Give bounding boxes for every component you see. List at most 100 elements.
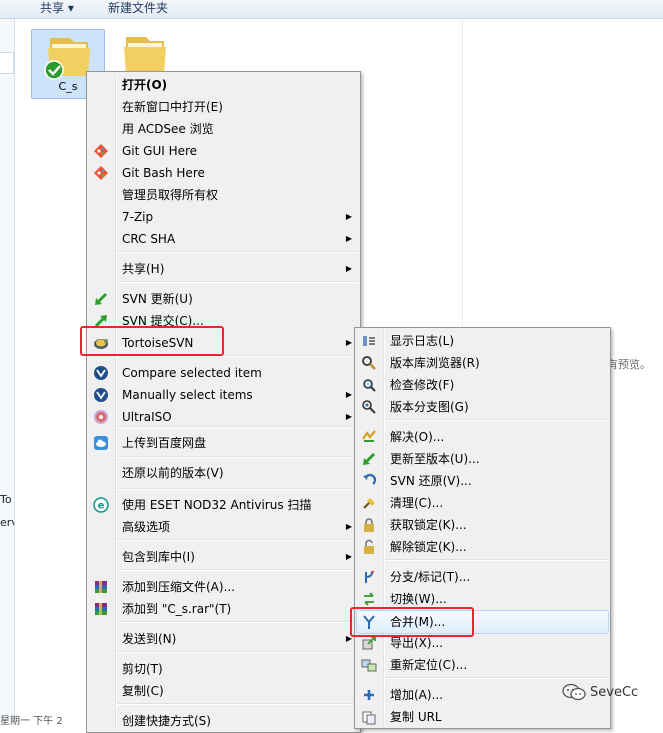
menu-item-label: 共享(H) bbox=[122, 262, 165, 276]
svn-menu-item-branch[interactable]: 分支/标记(T)... bbox=[357, 566, 608, 588]
wechat-icon bbox=[562, 683, 586, 701]
svn-menu-item-cleanup[interactable]: 清理(C)... bbox=[357, 492, 608, 514]
menu-item-v[interactable]: 还原以前的版本(V) bbox=[89, 462, 358, 484]
menu-item-c-s-rar-t[interactable]: 添加到 "C_s.rar"(T) bbox=[89, 598, 358, 620]
menu-item-label: SVN 提交(C)... bbox=[122, 314, 204, 328]
menu-item-label: Compare selected item bbox=[122, 366, 262, 380]
menu-item-label: 检查修改(F) bbox=[390, 378, 455, 392]
menu-item-c[interactable]: 复制(C) bbox=[89, 680, 358, 702]
menu-item-label: Git Bash Here bbox=[122, 166, 205, 180]
add-icon bbox=[361, 687, 377, 703]
submenu-arrow-icon: ▶ bbox=[345, 212, 352, 221]
menu-item-label: 版本分支图(G) bbox=[390, 400, 469, 414]
menu-item-h[interactable]: 共享(H) ▶ bbox=[89, 258, 358, 280]
svn-menu-item-unlock[interactable]: 解除锁定(K)... bbox=[357, 536, 608, 558]
menu-item-a[interactable]: 添加到压缩文件(A)... bbox=[89, 576, 358, 598]
svn-menu-item-revision-graph[interactable]: 版本分支图(G) bbox=[357, 396, 608, 418]
menu-item-7-zip[interactable]: 7-Zip ▶ bbox=[89, 206, 358, 228]
svn-menu-item-switch[interactable]: 切换(W)... bbox=[357, 588, 608, 610]
svn-commit-icon bbox=[93, 313, 109, 329]
merge-icon bbox=[361, 614, 377, 630]
lock-icon bbox=[361, 517, 377, 533]
menu-item-label: 合并(M)... bbox=[390, 615, 446, 629]
svn-menu-item-merge[interactable]: 合并(M)... bbox=[356, 610, 609, 634]
menu-item-label: 清理(C)... bbox=[390, 496, 444, 510]
tortoise-icon bbox=[93, 335, 109, 351]
svn-menu-item-resolve[interactable]: 解决(O)... bbox=[357, 426, 608, 448]
watermark-text: SeveCc bbox=[590, 684, 639, 700]
menu-item-item-18[interactable]: 高级选项 ▶ bbox=[89, 516, 358, 538]
repo-browser-icon bbox=[361, 355, 377, 371]
tortoisesvn-submenu: 显示日志(L) 版本库浏览器(R) 检查修改(F) 版本分支图(G) 解决(O)... 更… bbox=[354, 327, 611, 729]
menu-item-manually-select-items[interactable]: Manually select items ▶ bbox=[89, 384, 358, 406]
svn-menu-item-revert[interactable]: SVN 还原(V)... bbox=[357, 470, 608, 492]
svn-menu-item-update-to-revision[interactable]: 更新至版本(U)... bbox=[357, 448, 608, 470]
cleanup-icon bbox=[361, 495, 377, 511]
menu-item-label: 切换(W)... bbox=[390, 592, 447, 606]
menu-item-label: 版本库浏览器(R) bbox=[390, 356, 480, 370]
svn-menu-item-repo-browser[interactable]: 版本库浏览器(R) bbox=[357, 352, 608, 374]
menu-item-git-gui-here[interactable]: Git GUI Here bbox=[89, 140, 358, 162]
menu-item-label: 高级选项 bbox=[122, 520, 171, 534]
menu-item-item-15[interactable]: 上传到百度网盘 bbox=[89, 432, 358, 454]
menu-item-svn-u[interactable]: SVN 更新(U) bbox=[89, 288, 358, 310]
menu-separator bbox=[117, 355, 358, 357]
menu-item-label: TortoiseSVN bbox=[122, 336, 194, 350]
menu-item-git-bash-here[interactable]: Git Bash Here bbox=[89, 162, 358, 184]
copy-url-icon bbox=[361, 709, 377, 725]
menu-item-i[interactable]: 包含到库中(I) ▶ bbox=[89, 546, 358, 568]
menu-item-label: 重新定位(C)... bbox=[390, 658, 468, 672]
svn-menu-item-log[interactable]: 显示日志(L) bbox=[357, 330, 608, 352]
update-to-revision-icon bbox=[361, 451, 377, 467]
menu-item-label: SVN 更新(U) bbox=[122, 292, 193, 306]
winrar-icon bbox=[93, 579, 109, 595]
share-menu-button[interactable]: 共享 ▾ bbox=[40, 0, 74, 16]
menu-item-eset-nod32-antivirus[interactable]: e 使用 ESET NOD32 Antivirus 扫描 bbox=[89, 494, 358, 516]
menu-item-label: 增加(A)... bbox=[390, 688, 444, 702]
git-icon bbox=[93, 165, 109, 181]
menu-item-crc-sha[interactable]: CRC SHA ▶ bbox=[89, 228, 358, 250]
menu-item-t[interactable]: 剪切(T) bbox=[89, 658, 358, 680]
menu-item-label: SVN 还原(V)... bbox=[390, 474, 472, 488]
menu-item-svn-c[interactable]: SVN 提交(C)... bbox=[89, 310, 358, 332]
menu-separator bbox=[117, 426, 358, 428]
menu-item-e[interactable]: 在新窗口中打开(E) bbox=[89, 96, 358, 118]
compare-icon bbox=[93, 365, 109, 381]
menu-item-item-5[interactable]: 管理员取得所有权 bbox=[89, 184, 358, 206]
svn-menu-item-copy-url[interactable]: 复制 URL bbox=[357, 706, 608, 728]
menu-item-label: CRC SHA bbox=[122, 232, 176, 246]
switch-icon bbox=[361, 591, 377, 607]
menu-item-label: 用 ACDSee 浏览 bbox=[122, 122, 214, 136]
menu-separator bbox=[385, 559, 608, 561]
winrar-icon bbox=[93, 601, 109, 617]
eset-icon: e bbox=[93, 497, 109, 513]
menu-item-label: 添加到压缩文件(A)... bbox=[122, 580, 236, 594]
svn-menu-item-lock[interactable]: 获取锁定(K)... bbox=[357, 514, 608, 536]
menu-separator bbox=[117, 488, 358, 490]
svn-menu-item-relocate[interactable]: 重新定位(C)... bbox=[357, 654, 608, 676]
svn-menu-item-check-modifications[interactable]: 检查修改(F) bbox=[357, 374, 608, 396]
menu-item-tortoisesvn[interactable]: TortoiseSVN ▶ bbox=[89, 332, 358, 354]
menu-item-label: 复制(C) bbox=[122, 684, 164, 698]
menu-separator bbox=[117, 651, 358, 653]
menu-item-s[interactable]: 创建快捷方式(S) bbox=[89, 710, 358, 732]
watermark: SeveCc bbox=[562, 683, 638, 701]
menu-separator bbox=[117, 281, 358, 283]
nav-pane-tab[interactable] bbox=[0, 52, 14, 74]
menu-item-compare-selected-item[interactable]: Compare selected item bbox=[89, 362, 358, 384]
unlock-icon bbox=[361, 539, 377, 555]
menu-item-label: 添加到 "C_s.rar"(T) bbox=[122, 602, 232, 616]
svn-update-icon bbox=[93, 291, 109, 307]
navigation-pane: To erv bbox=[0, 19, 15, 720]
svn-menu-item-export[interactable]: 导出(X)... bbox=[357, 632, 608, 654]
menu-item-label: 导出(X)... bbox=[390, 636, 444, 650]
new-folder-button[interactable]: 新建文件夹 bbox=[108, 0, 168, 16]
nav-fragment-2: erv bbox=[0, 516, 14, 529]
menu-item-n[interactable]: 发送到(N) ▶ bbox=[89, 628, 358, 650]
menu-item-ultraiso[interactable]: UltraISO ▶ bbox=[89, 406, 358, 428]
menu-item-acdsee[interactable]: 用 ACDSee 浏览 bbox=[89, 118, 358, 140]
menu-item-o[interactable]: 打开(O) bbox=[89, 74, 358, 96]
menu-separator bbox=[117, 251, 358, 253]
menu-separator bbox=[117, 703, 358, 705]
menu-item-label: 打开(O) bbox=[122, 78, 168, 92]
